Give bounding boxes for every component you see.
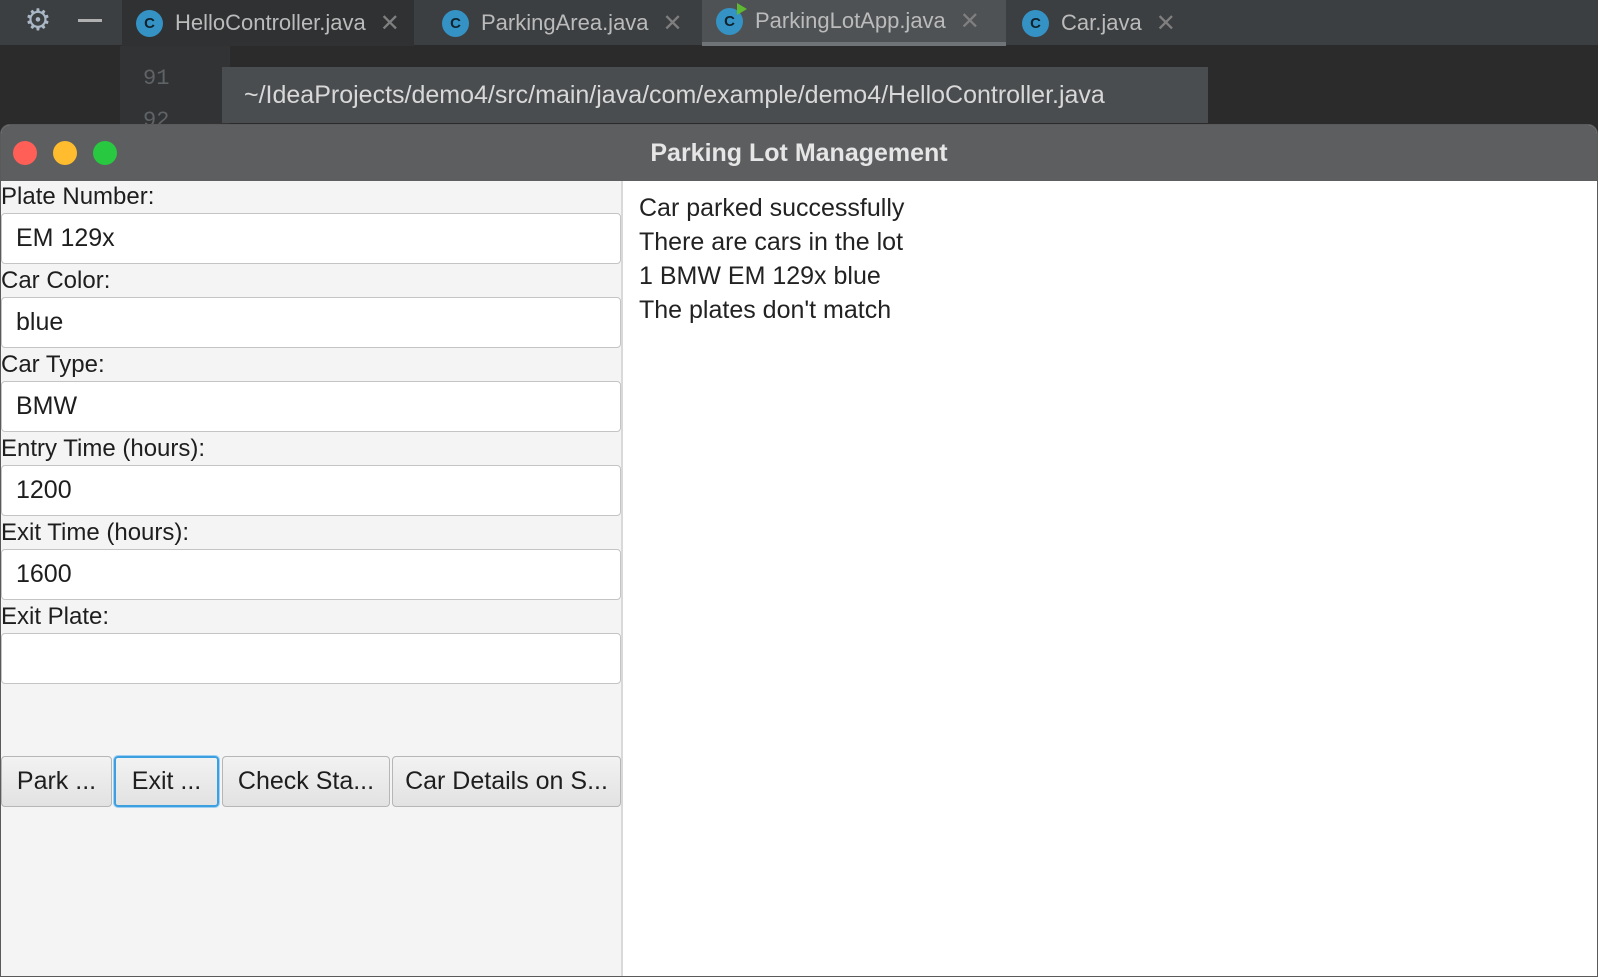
car-color-field[interactable]: blue	[1, 297, 621, 348]
output-line: There are cars in the lot	[639, 228, 904, 256]
exit-time-label: Exit Time (hours):	[1, 519, 190, 546]
tab-parking-area[interactable]: C ParkingArea.java ✕	[428, 0, 697, 46]
output-area[interactable]: Car parked successfully There are cars i…	[623, 181, 1597, 976]
gear-icon[interactable]: ⚙	[18, 0, 58, 40]
minimize-panel-icon[interactable]	[74, 0, 106, 40]
class-icon: C	[442, 9, 469, 37]
ide-tab-bar: ⚙ C HelloController.java ✕ C ParkingArea…	[0, 0, 1598, 46]
class-icon: C	[136, 9, 163, 37]
exit-plate-label: Exit Plate:	[1, 603, 110, 630]
car-color-label: Car Color:	[1, 267, 111, 294]
car-type-label: Car Type:	[1, 351, 105, 378]
class-run-icon: C	[716, 2, 747, 35]
class-icon: C	[1022, 9, 1049, 37]
entry-time-label: Entry Time (hours):	[1, 435, 206, 462]
exit-plate-field[interactable]	[1, 633, 621, 684]
plate-number-label: Plate Number:	[1, 183, 155, 210]
car-details-button[interactable]: Car Details on S...	[392, 756, 621, 807]
close-icon[interactable]: ✕	[663, 9, 683, 38]
exit-button[interactable]: Exit ...	[114, 756, 219, 807]
output-line: The plates don't match	[639, 296, 892, 324]
class-letter: C	[724, 12, 735, 30]
entry-time-field[interactable]: 1200	[1, 465, 621, 516]
close-icon[interactable]: ✕	[380, 9, 400, 38]
tab-label: Car.java	[1061, 10, 1142, 35]
tab-label: ParkingArea.java	[481, 10, 649, 35]
form-panel: Plate Number: EM 129x Car Color: blue Ca…	[1, 181, 621, 976]
app-window: Parking Lot Management Plate Number: EM …	[0, 124, 1598, 977]
output-line: Car parked successfully	[639, 194, 905, 222]
output-line: 1 BMW EM 129x blue	[639, 262, 881, 290]
plate-number-field[interactable]: EM 129x	[1, 213, 621, 264]
line-number: 91	[143, 66, 170, 91]
tab-parking-lot-app[interactable]: C ParkingLotApp.java ✕	[702, 0, 1006, 46]
close-window-button[interactable]	[13, 141, 37, 165]
tab-hello-controller[interactable]: C HelloController.java ✕	[122, 0, 414, 46]
window-title: Parking Lot Management	[650, 138, 948, 167]
zoom-window-button[interactable]	[93, 141, 117, 165]
park-button[interactable]: Park ...	[1, 756, 112, 807]
file-path-tooltip: ~/IdeaProjects/demo4/src/main/java/com/e…	[222, 67, 1208, 123]
minimize-window-button[interactable]	[53, 141, 77, 165]
tab-label: HelloController.java	[175, 10, 366, 35]
tab-car[interactable]: C Car.java ✕	[1012, 0, 1190, 46]
close-icon[interactable]: ✕	[1156, 9, 1176, 38]
tab-label: ParkingLotApp.java	[755, 8, 946, 33]
close-icon[interactable]: ✕	[960, 7, 980, 36]
car-type-field[interactable]: BMW	[1, 381, 621, 432]
window-titlebar[interactable]: Parking Lot Management	[1, 125, 1597, 181]
exit-time-field[interactable]: 1600	[1, 549, 621, 600]
run-marker-icon	[737, 2, 747, 15]
check-status-button[interactable]: Check Sta...	[222, 756, 390, 807]
